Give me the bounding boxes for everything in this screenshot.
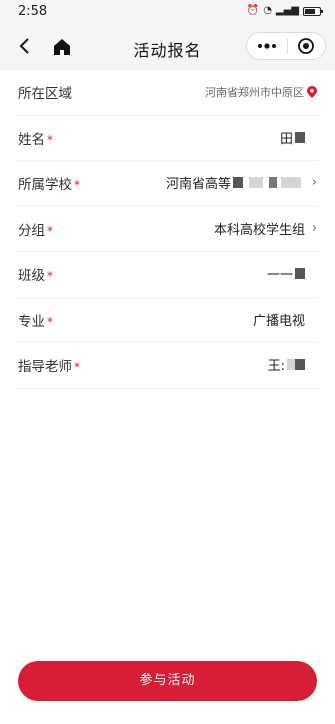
school-row[interactable]: 所属学校 * 河南省高等 › — [16, 161, 319, 207]
major-label: 专业 * — [18, 313, 53, 330]
status-time: 2:58 — [18, 4, 48, 19]
group-label: 分组 * — [18, 222, 53, 239]
class-label: 班级 * — [18, 268, 53, 284]
name-row[interactable]: 姓名 * 田 — [16, 116, 319, 161]
status-icons: ⏰ ◔ ▂▄▆ — [246, 5, 323, 17]
status-bar: 2:58 ⏰ ◔ ▂▄▆ — [0, 0, 335, 24]
group-row[interactable]: 分组 * 本科高校学生组 › — [16, 207, 319, 252]
class-row[interactable]: 班级 * 一一 — [16, 252, 319, 298]
advisor-value: 王: — [267, 359, 285, 374]
redacted-block — [295, 131, 305, 143]
class-value-wrap: 一一 — [267, 264, 305, 283]
required-mark: * — [47, 223, 53, 238]
redacted-block — [269, 177, 277, 188]
redacted-block — [295, 268, 305, 279]
region-row[interactable]: 所在区域 河南省郑州市中原区 — [16, 70, 319, 116]
close-icon[interactable] — [287, 33, 325, 59]
alarm-icon: ⏰ — [246, 5, 260, 16]
wifi-icon: ◔ — [263, 5, 272, 16]
school-value-wrap: 河南省高等 — [166, 173, 301, 192]
required-mark: * — [47, 132, 53, 147]
region-label: 所在区域 — [18, 86, 72, 102]
required-mark: * — [47, 269, 53, 283]
nav-bar: 活动报名 — [0, 24, 335, 70]
join-activity-button[interactable]: 参与活动 — [18, 661, 317, 701]
school-value: 河南省高等 — [165, 177, 231, 192]
battery-icon — [303, 6, 323, 16]
more-icon[interactable] — [247, 33, 287, 59]
redacted-block — [281, 177, 301, 188]
required-mark: * — [74, 360, 80, 374]
group-value: 本科高校学生组 — [213, 222, 305, 238]
redacted-block — [233, 177, 243, 188]
chevron-right-icon: › — [311, 175, 317, 190]
major-value: 广播电视 — [252, 313, 305, 329]
redacted-block — [287, 359, 295, 370]
advisor-label: 指导老师 * — [18, 359, 80, 375]
name-value-wrap: 田 — [280, 128, 305, 147]
signal-icon: ▂▄▆ — [275, 5, 299, 16]
class-value: 一一 — [266, 268, 293, 283]
mini-program-capsule — [246, 32, 326, 60]
required-mark: * — [47, 314, 53, 329]
registration-form: 所在区域 河南省郑州市中原区 姓名 * 田 所属学校 * 河南省高等 › 分组 * 本… — [0, 70, 335, 389]
chevron-right-icon: › — [311, 220, 317, 236]
redacted-block — [249, 177, 263, 188]
name-value: 田 — [279, 131, 293, 147]
school-label: 所属学校 * — [18, 177, 80, 193]
advisor-row[interactable]: 指导老师 * 王: — [16, 343, 319, 389]
required-mark: * — [74, 178, 80, 192]
advisor-value-wrap: 王: — [268, 355, 305, 374]
name-label: 姓名 * — [18, 131, 53, 148]
location-pin-icon — [307, 86, 317, 98]
region-value: 河南省郑州市中原区 — [205, 86, 304, 99]
major-row[interactable]: 专业 * 广播电视 — [16, 298, 319, 343]
redacted-block — [295, 359, 305, 370]
region-value-wrap: 河南省郑州市中原区 — [205, 84, 317, 100]
